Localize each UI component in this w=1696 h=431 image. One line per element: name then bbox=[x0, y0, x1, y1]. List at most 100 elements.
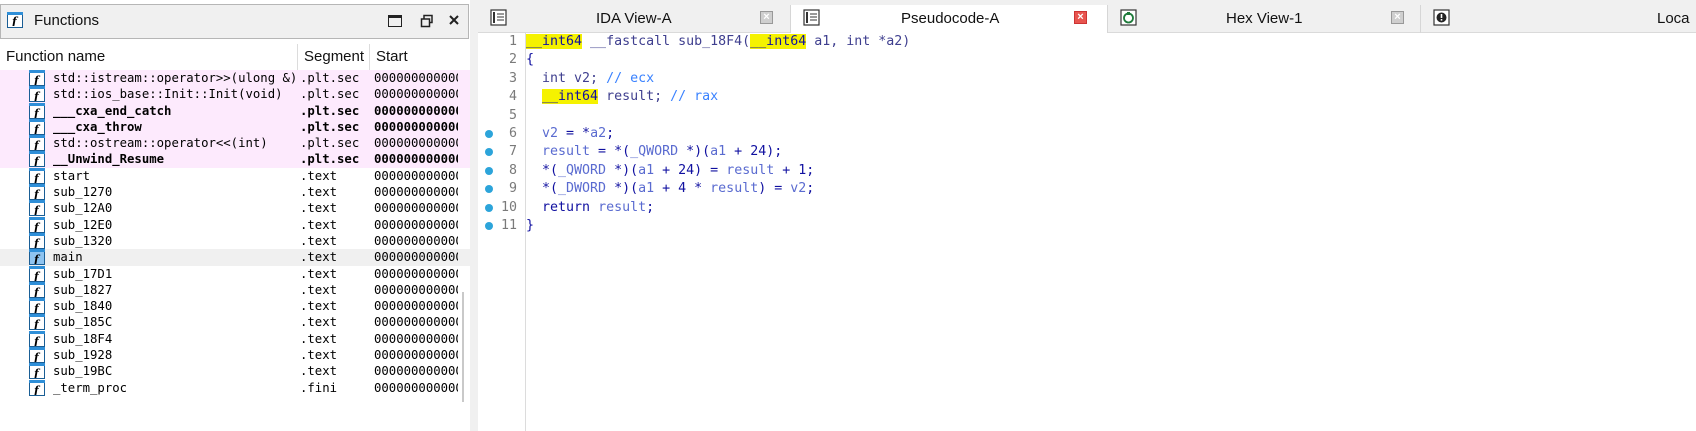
hex-view-icon bbox=[1120, 9, 1137, 26]
svg-text:f: f bbox=[33, 139, 41, 150]
tab-close-button[interactable]: × bbox=[760, 11, 773, 24]
code-token: a1 bbox=[638, 181, 655, 197]
tab-pseudocode-a[interactable]: Pseudocode-A × bbox=[790, 5, 1108, 33]
function-start: 000000000000 bbox=[374, 185, 458, 200]
tab-ida-view-a[interactable]: IDA View-A × bbox=[478, 5, 790, 33]
pseudocode-view[interactable]: 1 __int64 __fastcall sub_18F4(__int64 a1,… bbox=[478, 33, 1696, 431]
code-token: *)( bbox=[606, 181, 639, 197]
function-segment: .text bbox=[300, 315, 338, 330]
function-row[interactable]: f sub_17D1 .text 000000000000 bbox=[0, 265, 470, 282]
restore-button[interactable] bbox=[420, 14, 434, 28]
function-row[interactable]: f std::ios_base::Init::Init(void) .plt.sec… bbox=[0, 86, 470, 103]
function-row[interactable]: f sub_185C .text 000000000000 bbox=[0, 314, 470, 331]
function-row[interactable]: f ___cxa_end_catch .plt.sec 000000000000 bbox=[0, 102, 470, 119]
code-line[interactable]: 9 *(_DWORD *)(a1 + 4 * result) = v2; bbox=[478, 180, 1696, 198]
function-row[interactable]: f ___cxa_throw .plt.sec 000000000000 bbox=[0, 118, 470, 136]
maximize-button[interactable] bbox=[388, 15, 402, 27]
code-line[interactable]: 6 v2 = *a2; bbox=[478, 125, 1696, 143]
svg-text:f: f bbox=[33, 123, 41, 134]
function-row[interactable]: f _term_proc .fini 000000000000 bbox=[0, 379, 470, 396]
function-segment: .text bbox=[300, 250, 338, 265]
tab-close-button[interactable]: × bbox=[1074, 11, 1087, 24]
code-line[interactable]: 8 *(_QWORD *)(a1 + 24) = result + 1; bbox=[478, 162, 1696, 180]
function-segment: .text bbox=[300, 168, 338, 183]
line-number: 9 bbox=[508, 181, 517, 197]
tab-close-button[interactable]: × bbox=[1391, 11, 1404, 24]
tab-hex-view-1[interactable]: Hex View-1 × bbox=[1108, 5, 1420, 33]
function-start: 000000000000 bbox=[374, 250, 458, 265]
function-row[interactable]: f sub_12A0 .text 000000000000 bbox=[0, 200, 470, 217]
function-row[interactable]: f sub_1270 .text 000000000000 bbox=[0, 184, 470, 201]
function-row[interactable]: f sub_1840 .text 000000000000 bbox=[0, 298, 470, 315]
function-row[interactable]: f sub_1928 .text 000000000000 bbox=[0, 347, 470, 364]
code-line[interactable]: 5 bbox=[478, 107, 1696, 125]
function-start: 000000000000 bbox=[374, 168, 458, 183]
code-token: __int64 bbox=[542, 89, 599, 105]
code-token: + 24) = bbox=[654, 162, 727, 178]
code-line[interactable]: 4 __int64 result; // rax bbox=[478, 88, 1696, 106]
function-row[interactable]: f sub_12E0 .text 000000000000 bbox=[0, 216, 470, 233]
function-segment: .plt.sec bbox=[300, 87, 360, 102]
function-row[interactable]: f sub_1827 .text 000000000000 bbox=[0, 281, 470, 298]
code-line[interactable]: 3 int v2; // ecx bbox=[478, 70, 1696, 88]
function-segment: .text bbox=[300, 185, 338, 200]
function-row[interactable]: f main .text 000000000000 bbox=[0, 249, 470, 266]
function-start: 000000000000 bbox=[374, 266, 458, 281]
function-name: sub_12A0 bbox=[53, 201, 113, 216]
function-name: sub_19BC bbox=[53, 364, 113, 379]
tab-bar: IDA View-A × Pseudocode-A × Hex View-1 ×… bbox=[478, 0, 1696, 33]
functions-list: f std::istream::operator>>(ulong &) .plt.s… bbox=[0, 70, 470, 396]
breakpoint-dot-icon[interactable] bbox=[485, 130, 493, 138]
function-icon: f bbox=[29, 70, 45, 86]
svg-text:f: f bbox=[33, 384, 41, 395]
code-line[interactable]: 11} bbox=[478, 217, 1696, 235]
functions-table-header: Function name Segment Start bbox=[0, 44, 470, 70]
breakpoint-dot-icon[interactable] bbox=[485, 222, 493, 230]
code-token: ; bbox=[606, 126, 615, 141]
tab-label: Pseudocode-A bbox=[901, 10, 1000, 27]
column-header-start[interactable]: Start bbox=[370, 44, 470, 70]
function-icon: f bbox=[29, 151, 45, 168]
function-start: 000000000000 bbox=[374, 315, 458, 330]
code-token: { bbox=[526, 52, 535, 68]
line-number: 1 bbox=[508, 34, 517, 49]
line-number: 11 bbox=[500, 218, 517, 233]
function-segment: .fini bbox=[300, 380, 338, 395]
panel-splitter[interactable] bbox=[470, 0, 478, 431]
function-row[interactable]: f std::ostream::operator<<(int) .plt.sec 00… bbox=[0, 135, 470, 152]
code-token: _QWORD bbox=[558, 162, 607, 178]
function-row[interactable]: f __Unwind_Resume .plt.sec 000000000000 bbox=[0, 151, 470, 168]
functions-scrollbar-thumb[interactable] bbox=[462, 292, 464, 402]
breakpoint-dot-icon[interactable] bbox=[485, 203, 493, 212]
column-header-function-name[interactable]: Function name bbox=[0, 44, 298, 70]
close-panel-button[interactable] bbox=[447, 13, 461, 27]
function-icon: f bbox=[29, 232, 45, 249]
tab-locals[interactable]: Loca bbox=[1420, 5, 1696, 33]
column-header-segment[interactable]: Segment bbox=[298, 44, 370, 70]
code-token: v2 bbox=[526, 126, 559, 141]
function-icon: f bbox=[29, 347, 45, 364]
function-name: sub_1320 bbox=[53, 233, 113, 248]
function-icon: f bbox=[29, 200, 45, 217]
code-line[interactable]: 2{ bbox=[478, 51, 1696, 69]
code-token: a1, int *a2) bbox=[806, 34, 911, 49]
code-line[interactable]: 1 __int64 __fastcall sub_18F4(__int64 a1,… bbox=[478, 33, 1696, 51]
function-name: ___cxa_throw bbox=[53, 119, 142, 134]
code-line[interactable]: 7 result = *(_QWORD *)(a1 + 24); bbox=[478, 143, 1696, 161]
function-start: 000000000000 bbox=[374, 217, 458, 232]
function-icon: f bbox=[29, 379, 45, 396]
function-row[interactable]: f sub_19BC .text 000000000000 bbox=[0, 363, 470, 380]
code-token: result bbox=[710, 181, 759, 197]
function-icon: f bbox=[29, 118, 45, 135]
code-line[interactable]: 10 return result; bbox=[478, 199, 1696, 217]
function-row[interactable]: f sub_1320 .text 000000000000 bbox=[0, 232, 470, 249]
breakpoint-dot-icon[interactable] bbox=[485, 148, 493, 157]
function-row[interactable]: f sub_18F4 .text 000000000000 bbox=[0, 330, 470, 347]
breakpoint-dot-icon[interactable] bbox=[485, 185, 493, 194]
function-row[interactable]: f std::istream::operator>>(ulong &) .plt.s… bbox=[0, 70, 470, 87]
breakpoint-dot-icon[interactable] bbox=[485, 166, 493, 175]
function-row[interactable]: f start .text 000000000000 bbox=[0, 167, 470, 184]
code-token: a1 bbox=[710, 144, 727, 160]
function-segment: .text bbox=[300, 331, 338, 346]
svg-text:f: f bbox=[33, 270, 41, 281]
